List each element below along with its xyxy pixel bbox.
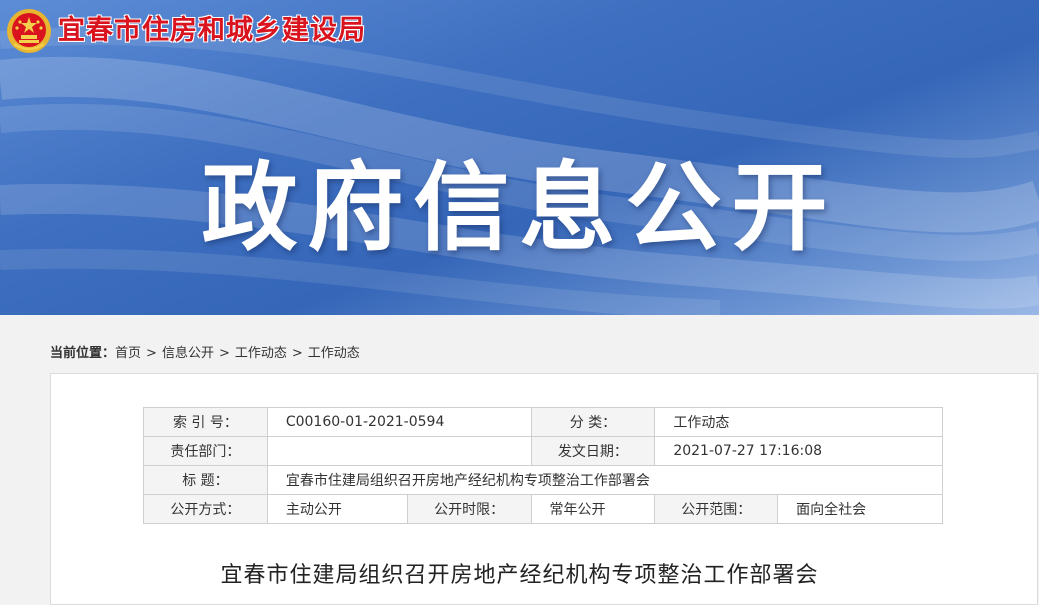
index-number-value: C00160-01-2021-0594 [266,407,532,437]
header-banner: 宜春市住房和城乡建设局 政府信息公开 [0,0,1039,315]
site-logo-row[interactable]: 宜春市住房和城乡建设局 [6,6,366,56]
disclosure-method-label: 公开方式： [143,494,268,524]
title-value: 宜春市住建局组织召开房地产经纪机构专项整治工作部署会 [266,465,944,495]
disclosure-method-value: 主动公开 [266,494,408,524]
table-row: 责任部门： 发文日期： 2021-07-27 17:16:08 [143,436,943,466]
national-emblem-icon [7,9,51,53]
issue-date-value: 2021-07-27 17:16:08 [654,436,943,466]
category-label: 分 类： [530,407,656,437]
category-value: 工作动态 [654,407,943,437]
breadcrumb-work-news-current[interactable]: 工作动态 [308,346,360,361]
article-title: 宜春市住建局组织召开房地产经纪机构专项整治工作部署会 [220,563,819,588]
breadcrumb: 当前位置：首页 > 信息公开 > 工作动态 > 工作动态 [50,344,360,364]
document-meta-table: 索 引 号： C00160-01-2021-0594 分 类： 工作动态 责任部… [143,407,944,524]
site-name: 宜春市住房和城乡建设局 [58,15,366,46]
department-label: 责任部门： [143,436,268,466]
breadcrumb-separator: > [146,346,157,361]
title-label: 标 题： [143,465,268,495]
breadcrumb-info-public-link[interactable]: 信息公开 [162,346,214,361]
banner-title: 政府信息公开 [201,152,838,264]
table-row: 索 引 号： C00160-01-2021-0594 分 类： 工作动态 [143,407,943,437]
breadcrumb-home-link[interactable]: 首页 [115,346,141,361]
disclosure-scope-value: 面向全社会 [777,494,943,524]
department-value [266,436,532,466]
breadcrumb-work-news-link[interactable]: 工作动态 [235,346,287,361]
table-row: 标 题： 宜春市住建局组织召开房地产经纪机构专项整治工作部署会 [143,465,944,495]
breadcrumb-separator: > [291,346,303,361]
breadcrumb-label: 当前位置： [50,346,116,361]
breadcrumb-separator: > [218,346,230,361]
disclosure-scope-label: 公开范围： [654,494,779,524]
index-number-label: 索 引 号： [143,407,268,437]
issue-date-label: 发文日期： [530,436,656,466]
disclosure-period-label: 公开时限： [406,494,532,524]
table-row: 公开方式： 主动公开 公开时限： 常年公开 公开范围： 面向全社会 [143,494,943,524]
disclosure-period-value: 常年公开 [530,494,656,524]
